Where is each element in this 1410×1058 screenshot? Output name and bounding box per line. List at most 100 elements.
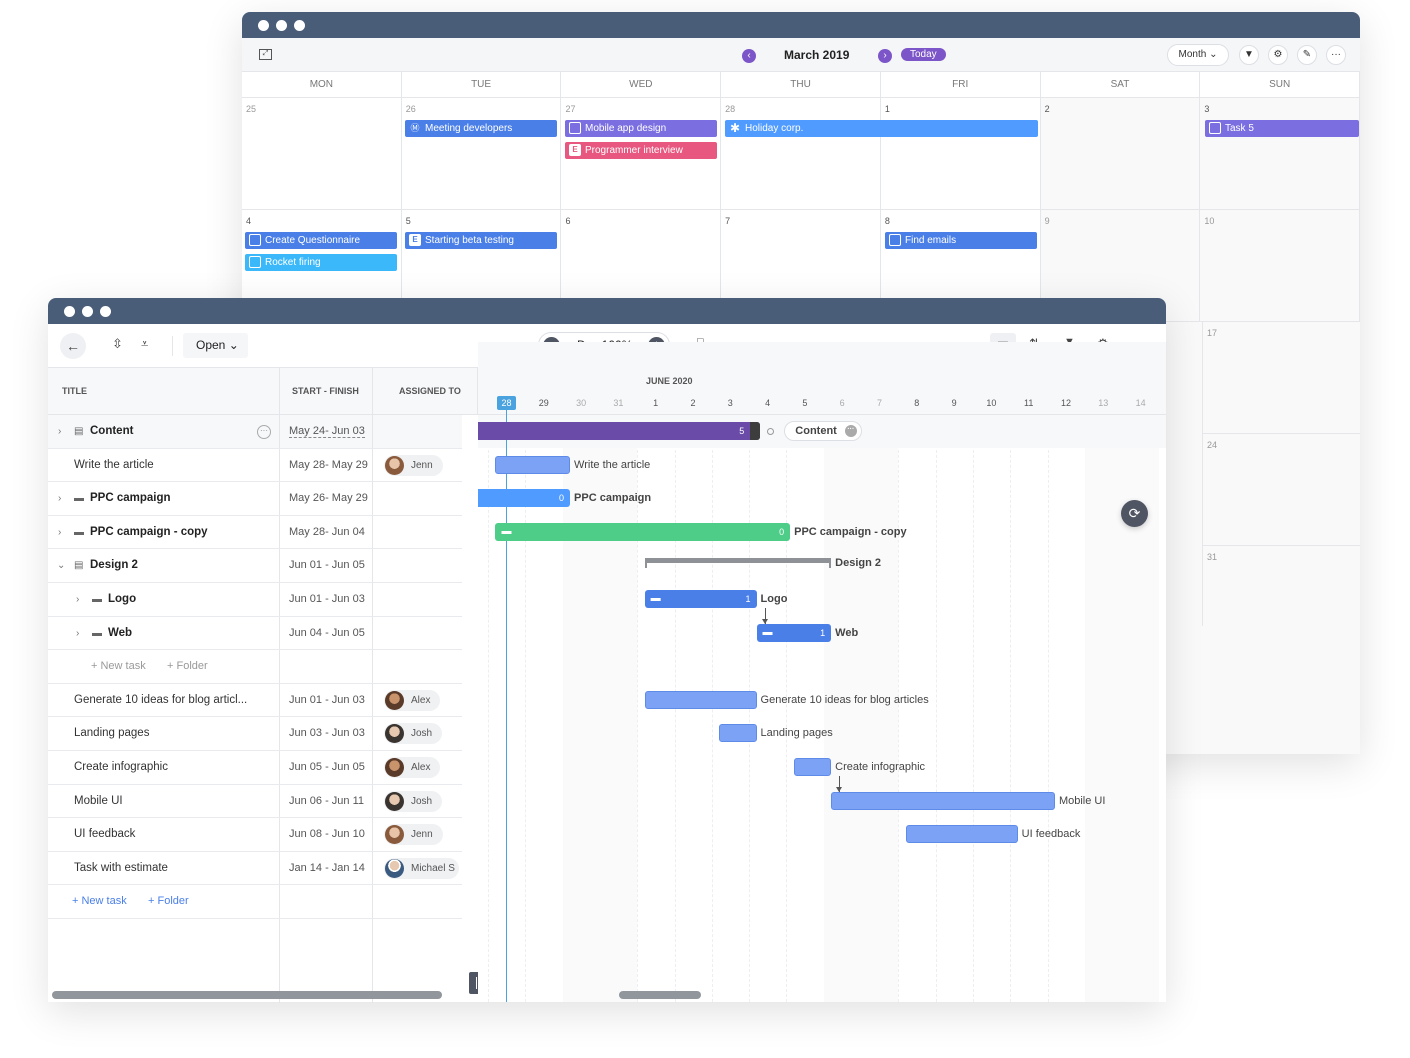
task-dates[interactable]: May 28- May 29 (280, 448, 373, 482)
view-select[interactable]: Month ⌄ (1167, 44, 1229, 66)
event-mobile-app-design[interactable]: Mobile app design (565, 120, 717, 137)
task-row[interactable]: ⌄ ▤ Design 2 Jun 01 - Jun 05 (48, 549, 462, 583)
new-task-link[interactable]: + New task (72, 885, 127, 918)
expand-icon[interactable]: ⤢ (259, 49, 272, 60)
day-cell[interactable]: 28 (721, 98, 881, 209)
task-dates[interactable]: Jun 01 - Jun 05 (280, 549, 373, 582)
task-row[interactable]: › ▬ Logo Jun 01 - Jun 03 (48, 582, 462, 617)
today-button[interactable]: Today (901, 48, 946, 61)
task-row[interactable]: › ▬ Web Jun 04 - Jun 05 (48, 616, 462, 651)
day-cell[interactable]: 26 (401, 98, 562, 209)
task-dates[interactable]: Jan 14 - Jan 14 (280, 851, 373, 885)
gantt-bar[interactable] (644, 690, 757, 709)
next-month-button[interactable]: › (878, 49, 892, 63)
event-find-emails[interactable]: Find emails (885, 232, 1037, 249)
assignee-pill[interactable]: Jenn (384, 454, 443, 476)
filter-icon[interactable]: ▼ (1239, 45, 1259, 65)
pencil-icon[interactable]: ✎ (1297, 45, 1317, 65)
gantt-bar[interactable] (905, 825, 1018, 844)
timeline-scrollbar[interactable] (619, 991, 701, 999)
assignee-pill[interactable]: Alex (384, 689, 441, 711)
assignee-pill[interactable]: Jenn (384, 824, 443, 846)
window-dot[interactable] (276, 20, 287, 31)
gear-icon[interactable]: ⚙ (1268, 45, 1288, 65)
column-header-dates[interactable]: START - FINISH (280, 368, 373, 414)
event-create-questionnaire[interactable]: Create Questionnaire (245, 232, 397, 249)
gantt-bar[interactable]: 0 (478, 489, 571, 508)
event-rocket-firing[interactable]: Rocket firing (245, 254, 397, 271)
day-cell[interactable]: 3 (1200, 98, 1361, 209)
window-dot[interactable] (100, 306, 111, 317)
task-dates[interactable]: Jun 06 - Jun 11 (280, 784, 373, 818)
grid-scrollbar[interactable] (52, 991, 442, 999)
task-row[interactable]: Landing pages Jun 03 - Jun 03 Josh (48, 717, 462, 751)
task-row[interactable]: › ▬ PPC campaign May 26- May 29 (48, 482, 462, 516)
chevron-right-icon[interactable]: › (58, 482, 61, 515)
more-icon[interactable]: ··· (844, 425, 857, 437)
gantt-bar[interactable]: ▬ 1 (644, 590, 757, 608)
task-row[interactable]: Mobile UI Jun 06 - Jun 11 Josh (48, 784, 462, 819)
task-dates[interactable]: Jun 05 - Jun 05 (280, 750, 373, 784)
collapse-all-icon[interactable]: ⇳ (112, 336, 123, 352)
day-cell[interactable]: 2 (1040, 98, 1201, 209)
assignee-pill[interactable]: Michael S (384, 857, 459, 879)
gantt-bar[interactable]: ▬ 1 (756, 623, 832, 642)
chevron-right-icon[interactable]: › (76, 617, 79, 650)
task-row[interactable]: › ▬ PPC campaign - copy May 28- Jun 04 (48, 515, 462, 550)
new-folder-link[interactable]: + Folder (167, 650, 208, 683)
expand-all-icon[interactable]: ⩡ (141, 336, 148, 352)
task-dates[interactable]: Jun 08 - Jun 10 (280, 818, 373, 851)
window-dot[interactable] (64, 306, 75, 317)
task-dates[interactable]: Jun 01 - Jun 03 (280, 582, 373, 616)
chevron-right-icon[interactable]: › (76, 583, 79, 616)
task-dates[interactable]: May 26- May 29 (280, 482, 373, 515)
new-folder-link[interactable]: + Folder (148, 885, 189, 918)
bar-resize-handle[interactable] (750, 422, 761, 440)
window-dot[interactable] (294, 20, 305, 31)
task-row[interactable]: Write the article May 28- May 29 Jenn (48, 448, 462, 483)
gantt-bar[interactable] (719, 724, 757, 743)
task-row[interactable]: Task with estimate Jan 14 - Jan 14 Micha… (48, 851, 462, 886)
column-header-assigned[interactable]: ASSIGNED TO (373, 368, 478, 414)
task-row[interactable]: Create infographic Jun 05 - Jun 05 Alex (48, 750, 462, 785)
task-row[interactable]: UI feedback Jun 08 - Jun 10 Jenn (48, 818, 462, 852)
task-row[interactable]: Generate 10 ideas for blog articl... Jun… (48, 683, 462, 718)
more-icon[interactable]: ··· (1326, 45, 1346, 65)
task-dates[interactable]: May 24- Jun 03 (289, 425, 365, 438)
gantt-bar[interactable] (495, 455, 571, 474)
day-cell[interactable]: 1 (880, 98, 1041, 209)
event-programmer-interview[interactable]: E Programmer interview (565, 142, 717, 159)
assignee-pill[interactable]: Alex (384, 756, 441, 778)
task-dates[interactable]: Jun 03 - Jun 03 (280, 717, 373, 750)
event-meeting-developers[interactable]: Ⓜ Meeting developers (405, 120, 557, 137)
back-arrow-icon[interactable]: ← (60, 333, 86, 359)
more-icon[interactable]: ··· (257, 425, 271, 439)
chevron-right-icon[interactable]: › (58, 516, 61, 549)
window-dot[interactable] (258, 20, 269, 31)
chevron-right-icon[interactable]: › (58, 415, 61, 448)
day-cell[interactable]: 24 (1203, 434, 1360, 546)
event-starting-beta-testing[interactable]: E Starting beta testing (405, 232, 557, 249)
chevron-down-icon[interactable]: ⌄ (57, 549, 65, 582)
gantt-bar[interactable]: ▬ 0 (495, 522, 791, 541)
summary-bracket[interactable] (644, 558, 832, 569)
day-cell[interactable]: 17 (1203, 322, 1360, 434)
gantt-bar[interactable]: 5 (478, 422, 761, 440)
prev-month-button[interactable]: ‹ (742, 49, 756, 63)
task-row[interactable]: › ▤ Content ··· May 24- Jun 03 (48, 415, 462, 449)
task-dates[interactable]: Jun 04 - Jun 05 (280, 616, 373, 650)
sync-icon[interactable]: ⟳ (1121, 500, 1148, 527)
day-cell[interactable]: 10 (1200, 210, 1361, 321)
column-header-title[interactable]: TITLE (48, 368, 280, 414)
task-dates[interactable]: May 28- Jun 04 (280, 515, 373, 549)
gantt-bar[interactable] (831, 791, 1055, 810)
assignee-pill[interactable]: Josh (384, 790, 443, 812)
assignee-pill[interactable]: Josh (384, 723, 443, 745)
day-cell[interactable]: 31 (1203, 546, 1360, 626)
event-task-5[interactable]: Task 5 (1205, 120, 1359, 137)
window-dot[interactable] (82, 306, 93, 317)
open-filter-select[interactable]: Open ⌄ (183, 333, 248, 358)
task-dates[interactable]: Jun 01 - Jun 03 (280, 683, 373, 717)
gantt-bar[interactable] (793, 758, 832, 776)
new-task-link[interactable]: + New task (91, 650, 146, 683)
